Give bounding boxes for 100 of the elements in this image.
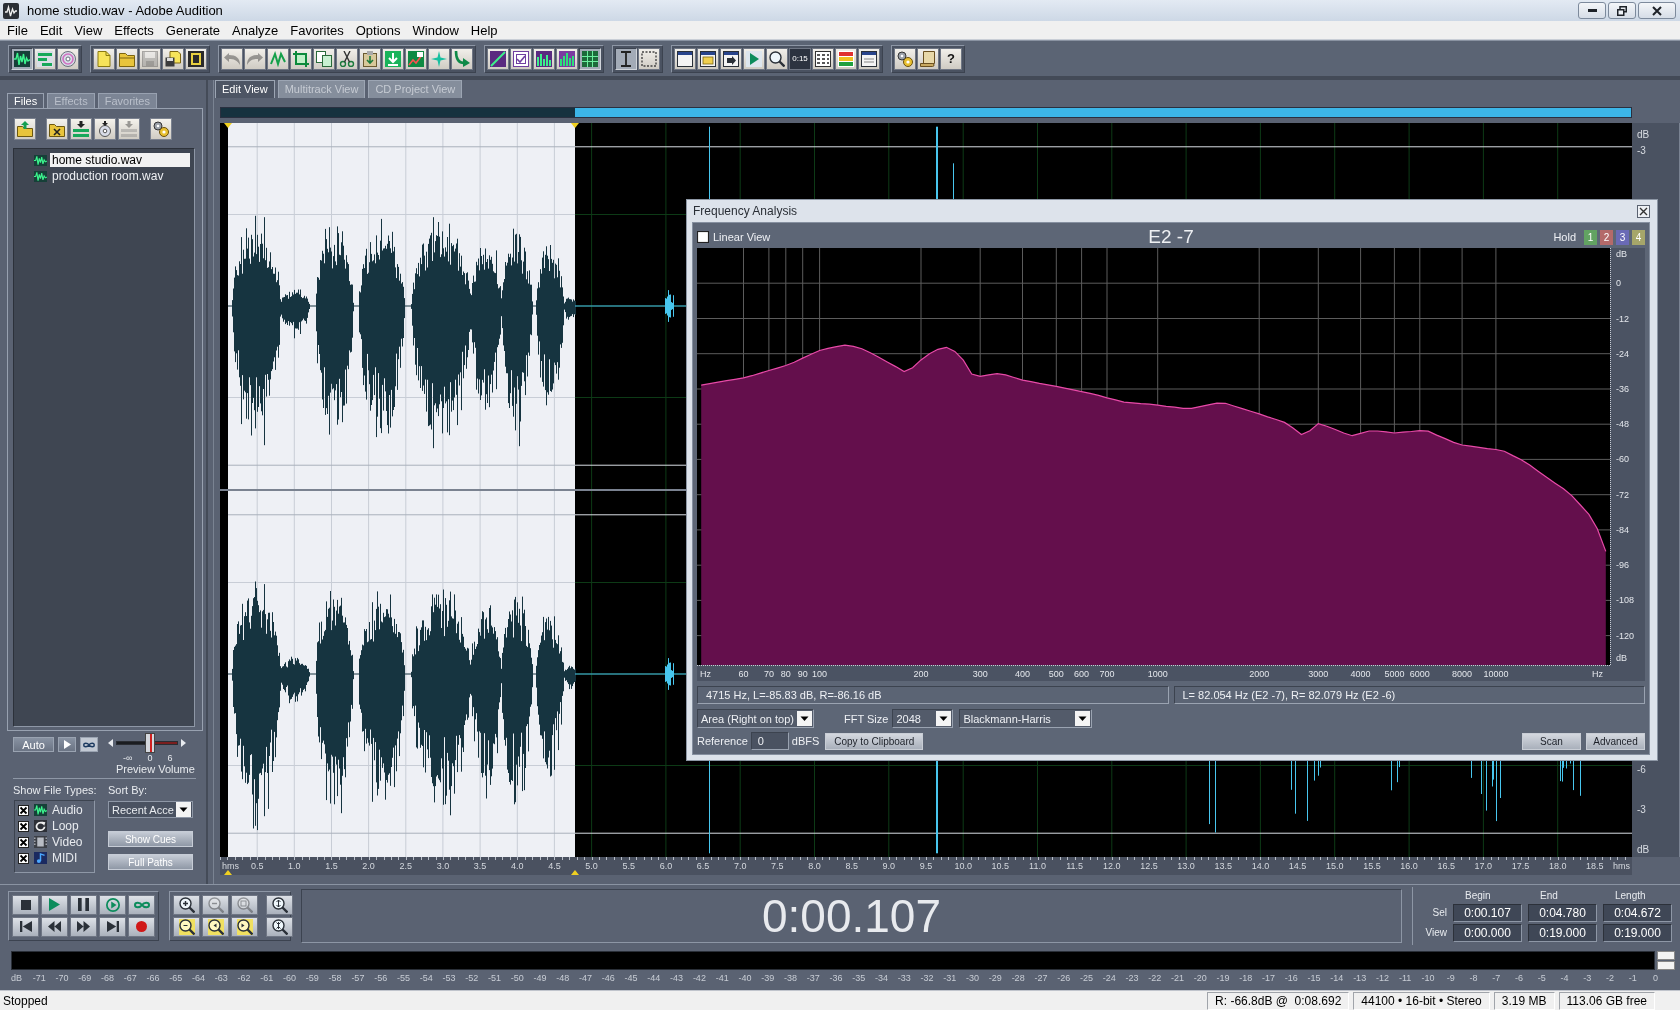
zoom-button[interactable] (266, 916, 293, 937)
transport-button[interactable] (70, 894, 97, 915)
view-tab[interactable]: Edit View (215, 80, 275, 98)
selection-marker-icon[interactable] (571, 870, 579, 875)
time-field[interactable]: 0:19.000 (1528, 923, 1597, 942)
clip-indicator[interactable] (1657, 951, 1675, 960)
toolbar-button[interactable] (382, 47, 404, 70)
panel-tool-button[interactable] (70, 118, 92, 140)
panel-tool-button[interactable] (150, 118, 172, 140)
checkbox[interactable] (18, 820, 29, 832)
reference-field[interactable]: 0 (750, 732, 789, 750)
window-function-dropdown[interactable]: Blackmann-Harris (959, 709, 1093, 728)
selection-marker-icon[interactable] (224, 870, 232, 875)
toolbar-button[interactable] (510, 47, 532, 70)
toolbar-button[interactable] (185, 47, 207, 70)
toolbar-button[interactable] (533, 47, 555, 70)
transport-button[interactable] (70, 916, 97, 937)
transport-button[interactable] (41, 894, 68, 915)
toolbar-button[interactable] (579, 47, 601, 70)
clip-indicator[interactable] (1657, 961, 1675, 970)
toolbar-button[interactable] (556, 47, 578, 70)
help-button[interactable]: ? (940, 47, 962, 70)
panel-tool-button[interactable] (14, 118, 36, 140)
toolbar-button[interactable] (835, 47, 857, 70)
menu-item[interactable]: Generate (159, 22, 227, 38)
transport-button[interactable] (99, 894, 126, 915)
toolbar-button[interactable] (57, 47, 79, 70)
menu-item[interactable]: Window (406, 22, 465, 38)
list-item[interactable]: home studio.wav (50, 153, 190, 167)
panel-tool-button[interactable] (94, 118, 116, 140)
toolbar-button[interactable] (638, 47, 660, 70)
toolbar-button[interactable] (697, 47, 719, 70)
toolbar-button[interactable] (34, 47, 56, 70)
toolbar-button[interactable] (162, 47, 184, 70)
toolbar-button[interactable] (428, 47, 450, 70)
toolbar-button[interactable] (615, 47, 637, 70)
hold-button[interactable]: 3 (1616, 229, 1629, 245)
close-button[interactable] (1637, 204, 1650, 218)
menu-item[interactable]: Edit (33, 22, 69, 38)
toolbar-button[interactable]: 0:15 (789, 47, 811, 70)
panel-tab[interactable]: Files (7, 93, 45, 108)
transport-button[interactable] (41, 916, 68, 937)
copy-button[interactable]: Copy to Clipboard (825, 732, 924, 750)
selection-marker-icon[interactable] (224, 123, 232, 128)
zoom-button[interactable] (173, 894, 200, 915)
menu-item[interactable]: Favorites (284, 22, 350, 38)
action-button[interactable]: Advanced (1586, 732, 1645, 750)
preview-button[interactable]: Auto (13, 737, 54, 752)
toolbar-button[interactable] (720, 47, 742, 70)
toolbar-button[interactable] (766, 47, 788, 70)
toolbar-button[interactable] (116, 47, 138, 70)
menu-item[interactable]: Effects (108, 22, 160, 38)
toolbar-button[interactable] (451, 47, 473, 70)
toolbar-button[interactable] (917, 47, 939, 70)
toolbar-button[interactable] (336, 47, 358, 70)
toolbar-button[interactable] (313, 47, 335, 70)
time-field[interactable]: 0:04.672 (1603, 903, 1672, 922)
zoom-button[interactable] (173, 916, 200, 937)
sort-dropdown[interactable]: Recent Acce (108, 801, 193, 818)
checkbox[interactable] (697, 231, 709, 243)
time-field[interactable]: 0:04.780 (1528, 903, 1597, 922)
selection-marker-icon[interactable] (571, 123, 579, 128)
fft-size-dropdown[interactable]: 2048 (892, 709, 954, 728)
zoom-button[interactable] (266, 894, 293, 915)
checkbox[interactable] (18, 836, 29, 848)
transport-button[interactable] (128, 894, 155, 915)
toolbar-button[interactable] (267, 47, 289, 70)
zoom-button[interactable] (231, 916, 258, 937)
menu-item[interactable]: File (1, 22, 34, 38)
time-field[interactable]: 0:00.000 (1453, 923, 1522, 942)
list-item[interactable]: production room.wav (50, 169, 190, 183)
menu-item[interactable]: Help (464, 22, 504, 38)
checkbox[interactable] (18, 804, 29, 816)
toolbar-button[interactable] (11, 47, 33, 70)
restore-button[interactable] (1608, 2, 1636, 19)
action-button[interactable]: Scan (1522, 732, 1581, 750)
toolbar-button[interactable] (405, 47, 427, 70)
toolbar-button[interactable] (93, 47, 115, 70)
toolbar-button[interactable] (487, 47, 509, 70)
overview-bar[interactable] (220, 107, 1632, 118)
toolbar-button[interactable] (812, 47, 834, 70)
toolbar-button[interactable] (359, 47, 381, 70)
slider-thumb[interactable] (145, 733, 155, 753)
menu-item[interactable]: View (68, 22, 109, 38)
minimize-button[interactable] (1578, 2, 1606, 19)
transport-button[interactable] (12, 894, 39, 915)
toolbar-button[interactable] (290, 47, 312, 70)
toolbar-button[interactable] (674, 47, 696, 70)
transport-button[interactable] (128, 916, 155, 937)
graph-mode-dropdown[interactable]: Area (Right on top) (697, 709, 814, 728)
loop-button[interactable] (80, 737, 98, 752)
close-button[interactable] (1638, 2, 1676, 19)
time-field[interactable]: 0:19.000 (1603, 923, 1672, 942)
transport-button[interactable] (12, 916, 39, 937)
zoom-button[interactable] (202, 916, 229, 937)
toolbar-button[interactable] (894, 47, 916, 70)
toolbar-button[interactable] (858, 47, 880, 70)
play-button[interactable] (58, 737, 76, 752)
transport-button[interactable] (99, 916, 126, 937)
checkbox[interactable] (18, 852, 29, 864)
